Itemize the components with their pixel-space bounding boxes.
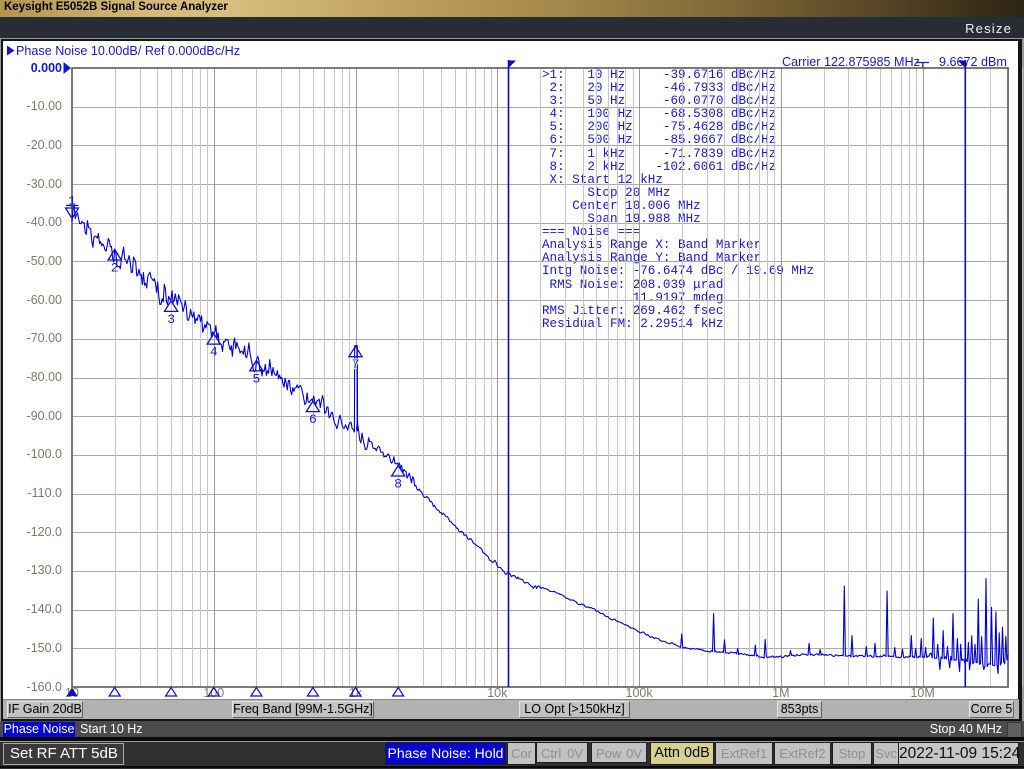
svg-text:8: 8 [394,477,402,492]
svg-text:1: 1 [68,194,76,209]
svg-text:4: 4 [210,345,218,360]
svg-text:2: 2 [111,261,119,276]
svg-text:6: 6 [309,412,317,427]
svg-text:7: 7 [352,357,360,372]
svg-text:5: 5 [252,371,260,386]
svg-text:3: 3 [167,312,175,327]
